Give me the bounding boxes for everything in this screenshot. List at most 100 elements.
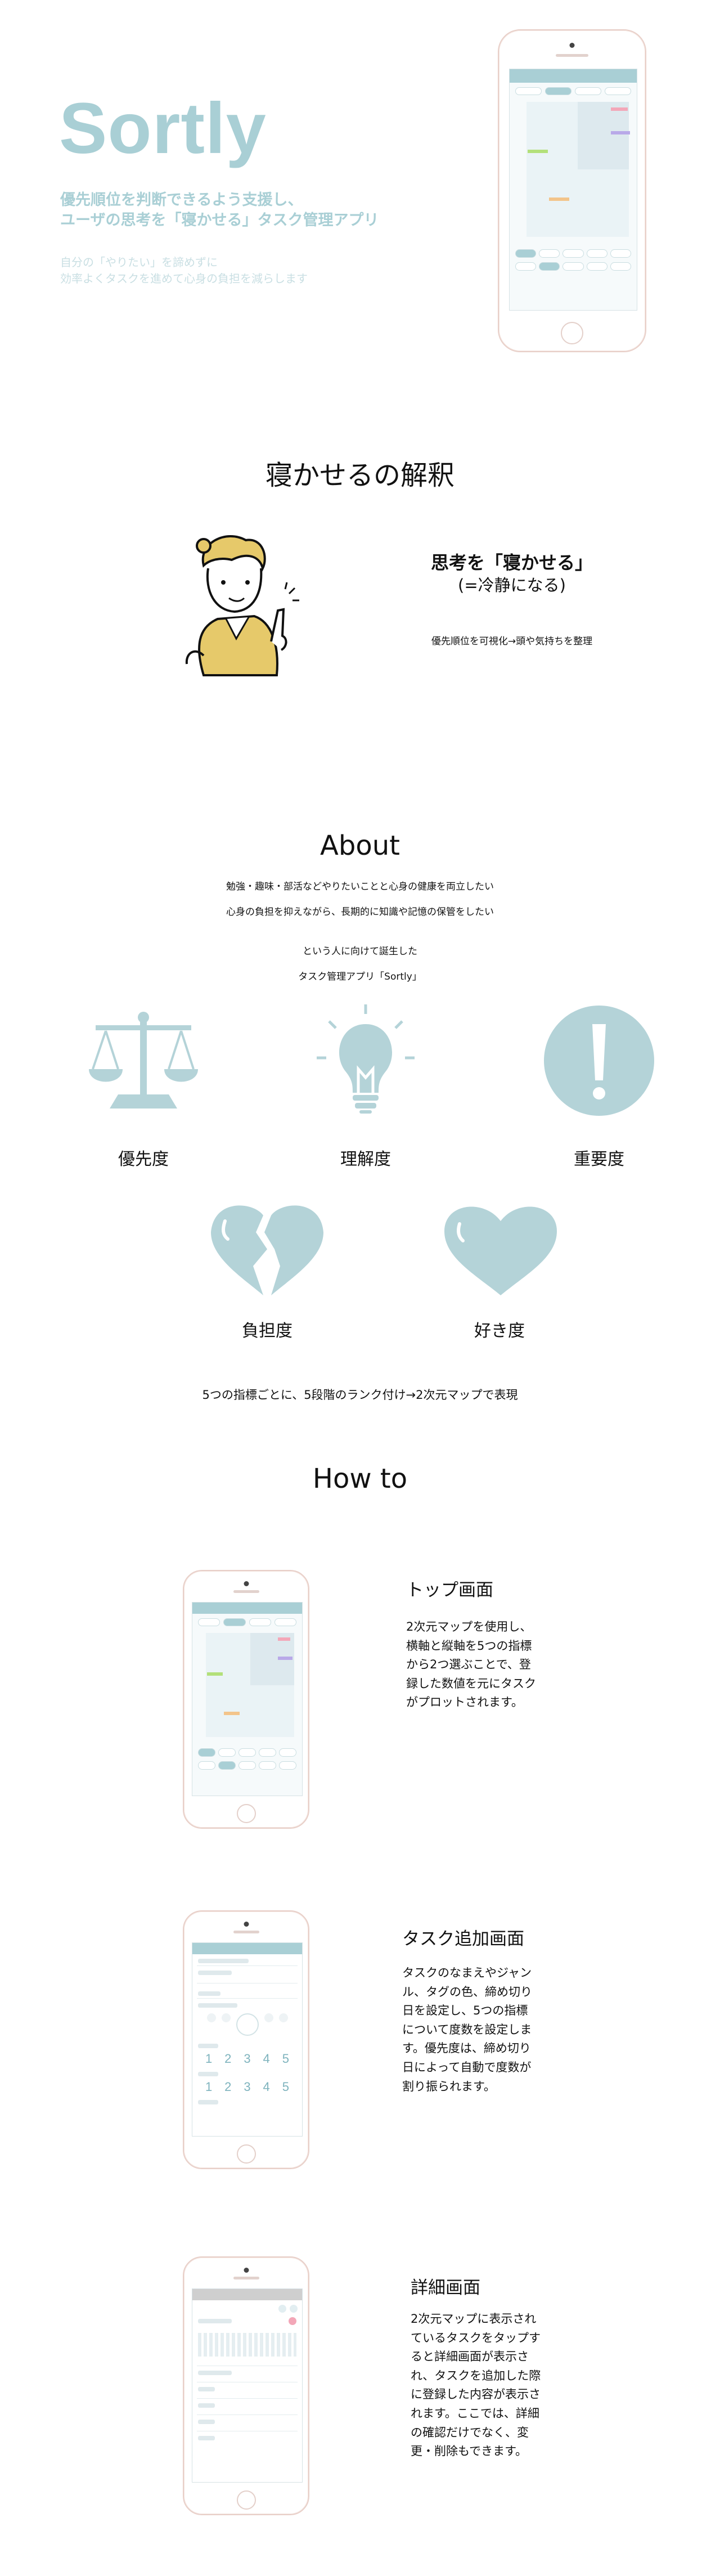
filter-chip[interactable] xyxy=(198,1761,215,1770)
axis-chip[interactable] xyxy=(198,1618,220,1626)
hero-subtitle: 優先順位を判断できるよう支援し、 ユーザの思考を「寝かせる」タスク管理アプリ xyxy=(60,190,379,231)
rating-option[interactable]: 5 xyxy=(282,2052,289,2066)
form-divider xyxy=(197,1965,298,1966)
form-label xyxy=(198,2387,215,2391)
axis-chip[interactable] xyxy=(249,1618,271,1626)
map-cell xyxy=(578,102,629,169)
color-swatch[interactable] xyxy=(221,2013,231,2022)
rating-option[interactable]: 1 xyxy=(205,2080,212,2094)
filter-chip[interactable] xyxy=(218,1761,236,1770)
form-label xyxy=(198,2100,218,2104)
form-label xyxy=(198,1991,220,1996)
interpretation-description: 優先順位を可視化→頭や気持ちを整理 xyxy=(431,636,593,647)
filter-chip[interactable] xyxy=(279,1748,296,1757)
filter-chip[interactable] xyxy=(539,249,560,258)
task-bar[interactable] xyxy=(528,150,548,153)
delete-icon[interactable] xyxy=(289,2317,296,2325)
color-swatch-selected[interactable] xyxy=(236,2013,259,2036)
filter-chip[interactable] xyxy=(515,262,537,271)
filter-chip[interactable] xyxy=(586,249,608,258)
edit-icon[interactable] xyxy=(278,2305,286,2313)
filter-chip[interactable] xyxy=(539,262,560,271)
add-task-screen: 1 2 3 4 5 1 2 3 4 5 xyxy=(192,1942,303,2137)
indicator-label-burden: 負担度 xyxy=(242,1321,292,1341)
hero-subtitle-line1: 優先順位を判断できるよう支援し、 xyxy=(60,191,303,209)
axis-chip[interactable] xyxy=(515,87,542,95)
task-bar[interactable] xyxy=(611,107,628,111)
filter-chip[interactable] xyxy=(562,249,584,258)
rating-option[interactable]: 3 xyxy=(244,2080,250,2094)
filter-chip[interactable] xyxy=(218,1748,236,1757)
rating-option[interactable]: 4 xyxy=(263,2052,270,2066)
interpretation-heading: 寝かせるの解釈 xyxy=(265,460,454,491)
rating-row[interactable]: 1 2 3 4 5 xyxy=(192,2050,302,2067)
task-bar[interactable] xyxy=(549,198,569,201)
filter-chip[interactable] xyxy=(259,1748,276,1757)
heart-icon xyxy=(444,1206,557,1295)
filter-row xyxy=(192,1759,302,1772)
about-line3: という人に向けて誕生した xyxy=(303,946,417,957)
broken-heart-icon xyxy=(211,1205,323,1295)
home-button xyxy=(236,2490,256,2510)
task-bar[interactable] xyxy=(611,131,630,134)
rating-option[interactable]: 1 xyxy=(205,2052,212,2066)
step3-title: 詳細画面 xyxy=(411,2278,480,2298)
home-button xyxy=(236,2144,256,2164)
step2-title: タスク追加画面 xyxy=(402,1929,524,1949)
rating-option[interactable]: 2 xyxy=(224,2080,231,2094)
step1-title: トップ画面 xyxy=(406,1580,493,1600)
filter-chip[interactable] xyxy=(515,249,537,258)
color-swatch[interactable] xyxy=(278,2013,288,2022)
form-label xyxy=(198,1971,232,1975)
tag-list xyxy=(198,2333,296,2357)
rating-option[interactable]: 2 xyxy=(224,2052,231,2066)
about-line1: 勉強・趣味・部活などやりたいことと心身の健康を両立したい xyxy=(226,881,494,892)
axis-chip-selected[interactable] xyxy=(545,87,572,95)
axis-chip-selected[interactable] xyxy=(223,1618,246,1626)
form-label xyxy=(198,2072,218,2076)
rating-row[interactable]: 1 2 3 4 5 xyxy=(192,2079,302,2095)
step1-description: 2次元マップを使用し、横軸と縦軸を5つの指標から2つ選ぶことで、登録した数値を元… xyxy=(406,1620,536,1709)
rating-option[interactable]: 3 xyxy=(244,2052,250,2066)
color-swatch[interactable] xyxy=(206,2013,216,2022)
two-dimensional-map[interactable] xyxy=(206,1633,294,1737)
filter-chip[interactable] xyxy=(238,1748,256,1757)
map-screen xyxy=(192,1602,303,1796)
phone-camera xyxy=(244,1581,249,1586)
hero-phone-mockup xyxy=(498,29,646,352)
form-label xyxy=(198,2003,237,2008)
detail-actions xyxy=(192,2300,302,2317)
two-dimensional-map[interactable] xyxy=(526,102,630,237)
step2-description: タスクのなまえやジャンル、タグの色、締め切り日を設定し、5つの指標について度数を… xyxy=(402,1966,532,2093)
phone-speaker xyxy=(233,2277,259,2279)
axis-chip[interactable] xyxy=(605,87,631,95)
filter-chip[interactable] xyxy=(610,249,632,258)
about-line4: タスク管理アプリ「Sortly」 xyxy=(298,971,422,982)
filter-chip[interactable] xyxy=(279,1761,296,1770)
task-bar[interactable] xyxy=(278,1637,290,1641)
axis-chip[interactable] xyxy=(575,87,601,95)
task-bar[interactable] xyxy=(278,1657,292,1660)
filter-chip[interactable] xyxy=(238,1761,256,1770)
filter-chip[interactable] xyxy=(259,1761,276,1770)
indicator-label-understanding: 理解度 xyxy=(340,1150,391,1169)
about-summary: 5つの指標ごとに、5段階のランク付け→2次元マップで表現 xyxy=(202,1388,518,1402)
form-label xyxy=(198,2420,215,2424)
task-bar[interactable] xyxy=(207,1672,223,1676)
filter-chip[interactable] xyxy=(610,262,632,271)
color-swatch[interactable] xyxy=(264,2013,273,2022)
form-divider xyxy=(197,1998,298,1999)
rating-option[interactable]: 4 xyxy=(263,2080,270,2094)
rating-option[interactable]: 5 xyxy=(282,2080,289,2094)
phone-camera xyxy=(244,1922,249,1927)
menu-icon[interactable] xyxy=(290,2305,298,2313)
filter-row xyxy=(192,1746,302,1759)
step3-description: 2次元マップに表示されているタスクをタップすると詳細画面が表示され、タスクを追加… xyxy=(411,2312,541,2458)
task-bar[interactable] xyxy=(224,1712,240,1715)
axis-chip[interactable] xyxy=(274,1618,296,1626)
phone-camera xyxy=(244,2268,249,2273)
filter-chip[interactable] xyxy=(562,262,584,271)
filter-chip[interactable] xyxy=(586,262,608,271)
filter-chip[interactable] xyxy=(198,1748,215,1757)
howto-phone-add-task: 1 2 3 4 5 1 2 3 4 5 xyxy=(183,1910,309,2169)
